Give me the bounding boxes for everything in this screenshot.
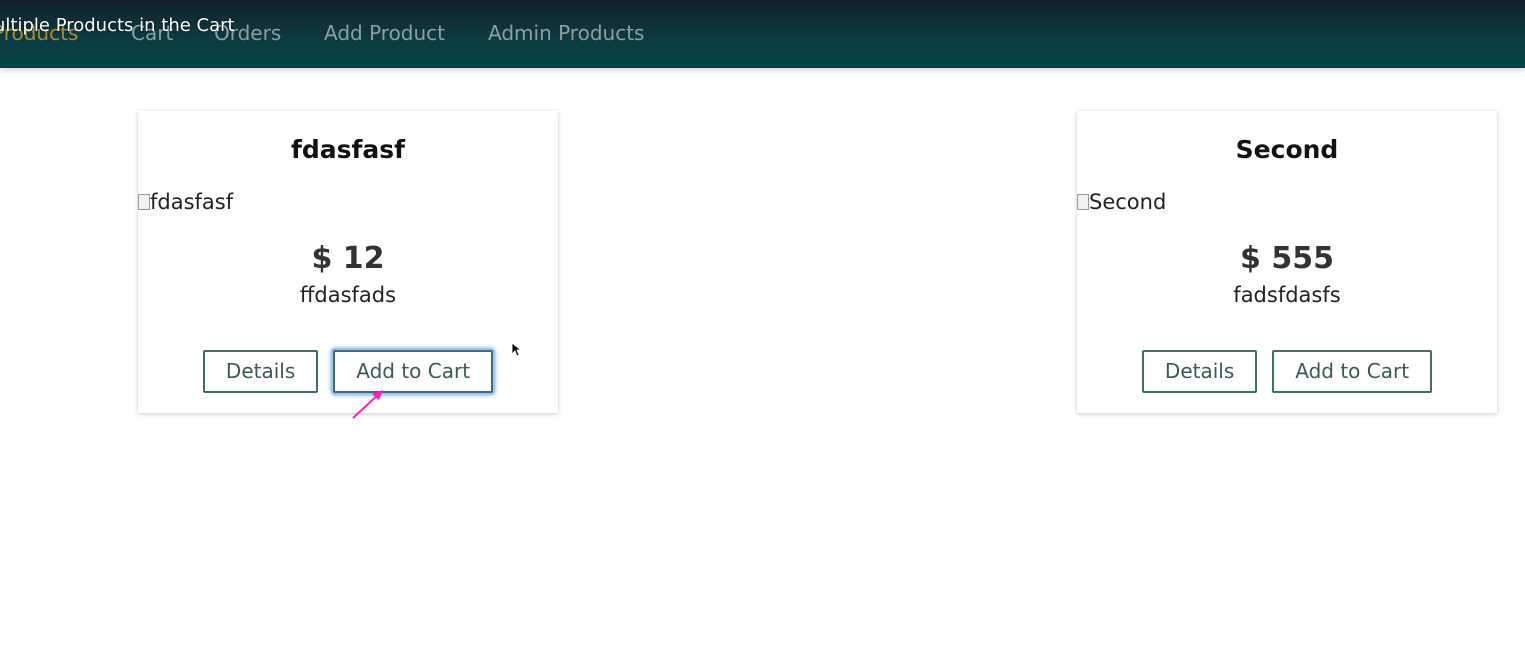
product-actions: Details Add to Cart [1077, 350, 1497, 393]
product-price: $ 555 [1240, 241, 1334, 276]
product-image-alt: fdasfasf [150, 190, 234, 214]
broken-image-icon [138, 194, 150, 210]
details-button[interactable]: Details [1141, 350, 1258, 393]
top-navbar: Products Cart Orders Add Product Admin P… [0, 0, 1525, 68]
product-image-alt: Second [1089, 190, 1167, 214]
nav-add-product-link[interactable]: Add Product [324, 20, 445, 46]
product-actions: Details Add to Cart [138, 350, 558, 393]
details-button[interactable]: Details [202, 350, 319, 393]
broken-image-icon [1077, 194, 1089, 210]
product-title: Second [1235, 135, 1339, 164]
product-card: fdasfasf fdasfasf $ 12 ffdasfads Details… [138, 111, 558, 413]
product-card: Second Second $ 555 fadsfdasfs Details A… [1077, 111, 1497, 413]
mouse-cursor-icon [511, 342, 523, 357]
product-price: $ 12 [311, 241, 385, 276]
annotation-arrow-icon [352, 390, 383, 419]
nav-admin-products-link[interactable]: Admin Products [488, 20, 644, 46]
product-description: ffdasfads [299, 283, 397, 307]
product-image: fdasfasf [138, 189, 233, 215]
product-title: fdasfasf [290, 135, 406, 164]
add-to-cart-button[interactable]: Add to Cart [1272, 350, 1433, 393]
product-image: Second [1077, 189, 1166, 215]
product-description: fadsfdasfs [1233, 283, 1341, 307]
video-overlay-title: ultiple Products in the Cart [0, 15, 235, 36]
